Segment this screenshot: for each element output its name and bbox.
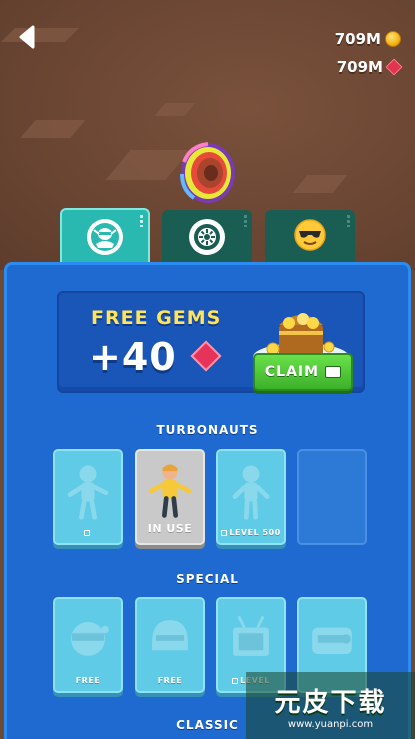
watermark-title: 元皮下载	[274, 687, 387, 718]
claim-button[interactable]: CLAIM	[253, 353, 353, 391]
tab-decoration	[347, 215, 350, 227]
helmet-icon	[152, 620, 188, 651]
gem-icon	[190, 340, 222, 372]
character-card[interactable]: LEVEL 500	[216, 449, 286, 545]
lock-icon	[232, 677, 239, 684]
video-ad-icon	[325, 366, 342, 378]
free-gems-offer: FREE GEMS +40 CLAIM	[57, 291, 365, 393]
special-card[interactable]: FREE	[53, 597, 123, 693]
character-card-selected[interactable]: IN USE	[135, 449, 205, 545]
back-arrow-icon	[19, 25, 35, 49]
tire-icon	[189, 219, 225, 255]
sunglasses-emoji-icon	[293, 218, 327, 256]
character-card[interactable]	[53, 449, 123, 545]
character-silhouette	[232, 465, 270, 520]
floor-tile	[1, 28, 79, 42]
tv-head-icon	[233, 615, 269, 656]
tab-decoration	[140, 215, 143, 227]
card-caption: FREE	[157, 676, 183, 685]
robot-head-icon	[312, 627, 352, 655]
tab-decoration	[244, 215, 247, 227]
offer-amount: +40	[89, 335, 177, 379]
floor-tile	[154, 103, 196, 116]
gem-balance-value: 709M	[336, 58, 383, 76]
coin-balance-value: 709M	[334, 30, 381, 48]
tab-characters[interactable]	[60, 208, 150, 264]
coin-balance: 709M	[335, 30, 401, 48]
empty-slot	[297, 449, 367, 545]
watermark-url: www.yuanpi.com	[287, 718, 374, 730]
floor-tile	[292, 175, 348, 193]
lock-icon	[221, 529, 228, 536]
shop-panel: FREE GEMS +40 CLAIM TURBONAUTS IN USE LE…	[4, 262, 411, 739]
turbonaut-icon	[87, 219, 123, 255]
floor-tile	[20, 120, 86, 138]
character-figure	[148, 464, 192, 518]
site-watermark: 元皮下载 www.yuanpi.com	[246, 672, 415, 739]
special-card[interactable]: FREE	[135, 597, 205, 693]
claim-label: CLAIM	[264, 364, 320, 380]
offer-title: FREE GEMS	[91, 307, 222, 329]
gem-icon	[385, 58, 403, 76]
section-title-turbonauts: TURBONAUTS	[156, 423, 259, 437]
card-caption: IN USE	[147, 522, 193, 535]
card-caption: FREE	[75, 676, 101, 685]
coin-face-icon	[385, 31, 401, 47]
character-silhouette	[67, 465, 109, 520]
gem-balance: 709M	[336, 58, 403, 76]
tab-emotes[interactable]	[265, 210, 355, 264]
card-caption: LEVEL 500	[218, 528, 284, 537]
ninja-head-icon	[71, 621, 109, 656]
lock-icon	[84, 529, 90, 536]
back-button[interactable]	[14, 24, 40, 50]
card-caption	[55, 528, 121, 537]
section-title-special: SPECIAL	[176, 572, 239, 586]
rainbow-wheel-preview	[180, 142, 235, 203]
tab-wheels[interactable]	[162, 210, 252, 264]
